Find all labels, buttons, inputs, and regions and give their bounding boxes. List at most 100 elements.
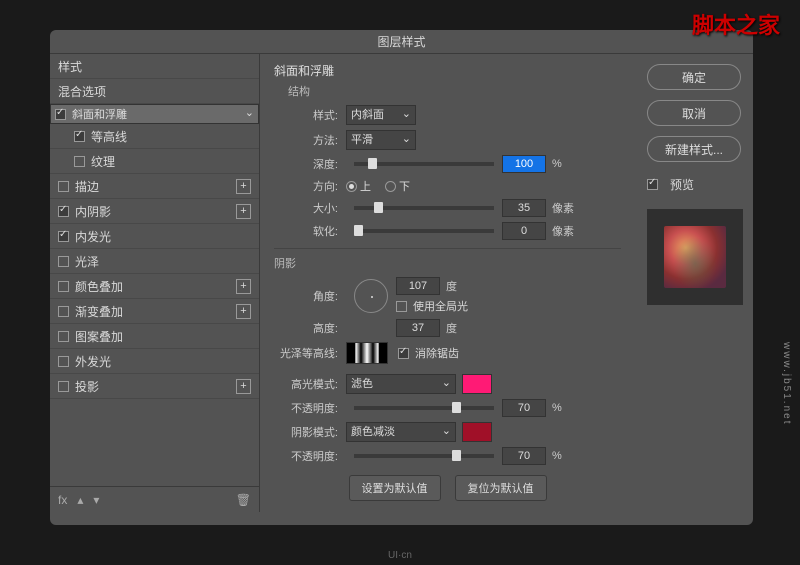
highlight-opacity-input[interactable] — [502, 399, 546, 417]
effect-row-0[interactable]: 样式 — [50, 54, 259, 79]
percent-unit: % — [552, 158, 562, 170]
depth-slider[interactable] — [354, 162, 494, 166]
shadow-opacity-slider[interactable] — [354, 454, 494, 458]
effect-checkbox[interactable] — [58, 306, 69, 317]
effect-row-11[interactable]: 图案叠加 — [50, 324, 259, 349]
highlight-color-swatch[interactable] — [462, 374, 492, 394]
effect-checkbox[interactable] — [58, 181, 69, 192]
shadow-opacity-label: 不透明度: — [274, 448, 346, 464]
effect-label: 样式 — [58, 58, 251, 75]
add-effect-icon[interactable]: + — [236, 279, 251, 294]
effect-label: 纹理 — [91, 153, 251, 170]
highlight-mode-label: 高光模式: — [274, 376, 346, 392]
gloss-contour-select[interactable] — [346, 342, 388, 364]
angle-wheel[interactable] — [354, 279, 388, 313]
effect-row-5[interactable]: 描边+ — [50, 174, 259, 199]
arrow-up-icon[interactable]: ▴ — [77, 493, 83, 507]
effect-label: 内发光 — [75, 228, 251, 245]
add-effect-icon[interactable]: + — [236, 179, 251, 194]
effect-label: 渐变叠加 — [75, 303, 236, 320]
preview-thumbnail — [664, 226, 726, 288]
depth-label: 深度: — [274, 156, 346, 172]
effect-label: 外发光 — [75, 353, 251, 370]
up-label: 上 — [360, 178, 371, 194]
soften-input[interactable] — [502, 222, 546, 240]
shading-heading: 阴影 — [274, 255, 621, 271]
effect-checkbox[interactable] — [58, 356, 69, 367]
effect-checkbox[interactable] — [58, 206, 69, 217]
depth-input[interactable] — [502, 155, 546, 173]
highlight-mode-select[interactable]: 滤色 — [346, 374, 456, 394]
preview-box — [647, 209, 743, 305]
trash-icon[interactable]: 🗑 — [236, 493, 251, 507]
watermark-brand: 脚本之家 — [692, 8, 780, 40]
global-light-checkbox[interactable] — [396, 301, 407, 312]
cancel-button[interactable]: 取消 — [647, 100, 741, 126]
effect-checkbox[interactable] — [58, 231, 69, 242]
technique-select[interactable]: 平滑 — [346, 130, 416, 150]
ok-button[interactable]: 确定 — [647, 64, 741, 90]
altitude-input[interactable] — [396, 319, 440, 337]
effect-row-3[interactable]: 等高线 — [50, 124, 259, 149]
effect-row-1[interactable]: 混合选项 — [50, 79, 259, 104]
effects-list: 样式混合选项斜面和浮雕等高线纹理描边+内阴影+内发光光泽颜色叠加+渐变叠加+图案… — [50, 54, 259, 486]
watermark-url: www.jb51.net — [781, 342, 792, 425]
size-input[interactable] — [502, 199, 546, 217]
global-light-label: 使用全局光 — [413, 298, 468, 314]
effect-row-8[interactable]: 光泽 — [50, 249, 259, 274]
effect-checkbox[interactable] — [58, 256, 69, 267]
effect-row-13[interactable]: 投影+ — [50, 374, 259, 399]
effect-row-4[interactable]: 纹理 — [50, 149, 259, 174]
effect-label: 图案叠加 — [75, 328, 251, 345]
effect-label: 光泽 — [75, 253, 251, 270]
percent-unit: % — [552, 402, 562, 414]
effect-checkbox[interactable] — [58, 331, 69, 342]
sidebar-footer: fx ▴ ▾ 🗑 — [50, 486, 259, 512]
angle-input[interactable] — [396, 277, 440, 295]
ui-cn-logo: UI·cn — [388, 550, 412, 561]
effect-row-7[interactable]: 内发光 — [50, 224, 259, 249]
effect-row-2[interactable]: 斜面和浮雕 — [50, 104, 259, 124]
arrow-down-icon[interactable]: ▾ — [93, 493, 99, 507]
effect-row-10[interactable]: 渐变叠加+ — [50, 299, 259, 324]
direction-up-radio[interactable] — [346, 181, 357, 192]
shadow-mode-select[interactable]: 颜色减淡 — [346, 422, 456, 442]
degree-unit: 度 — [446, 320, 457, 336]
highlight-opacity-slider[interactable] — [354, 406, 494, 410]
percent-unit: % — [552, 450, 562, 462]
layer-style-dialog: 图层样式 样式混合选项斜面和浮雕等高线纹理描边+内阴影+内发光光泽颜色叠加+渐变… — [50, 30, 753, 525]
effect-label: 投影 — [75, 378, 236, 395]
size-label: 大小: — [274, 200, 346, 216]
shadow-color-swatch[interactable] — [462, 422, 492, 442]
preview-checkbox[interactable] — [647, 179, 658, 190]
effect-checkbox[interactable] — [58, 281, 69, 292]
soften-slider[interactable] — [354, 229, 494, 233]
fx-icon[interactable]: fx — [58, 493, 67, 507]
effect-row-12[interactable]: 外发光 — [50, 349, 259, 374]
antialias-checkbox[interactable] — [398, 348, 409, 359]
shadow-opacity-input[interactable] — [502, 447, 546, 465]
effect-checkbox[interactable] — [58, 381, 69, 392]
reset-default-button[interactable]: 复位为默认值 — [455, 475, 547, 501]
make-default-button[interactable]: 设置为默认值 — [349, 475, 441, 501]
size-slider[interactable] — [354, 206, 494, 210]
direction-down-radio[interactable] — [385, 181, 396, 192]
effect-checkbox[interactable] — [74, 131, 85, 142]
effect-label: 描边 — [75, 178, 236, 195]
add-effect-icon[interactable]: + — [236, 204, 251, 219]
direction-label: 方向: — [274, 178, 346, 194]
structure-heading: 结构 — [288, 83, 621, 99]
effect-checkbox[interactable] — [74, 156, 85, 167]
pixel-unit: 像素 — [552, 223, 574, 239]
new-style-button[interactable]: 新建样式... — [647, 136, 741, 162]
style-select[interactable]: 内斜面 — [346, 105, 416, 125]
effect-row-9[interactable]: 颜色叠加+ — [50, 274, 259, 299]
add-effect-icon[interactable]: + — [236, 379, 251, 394]
gloss-contour-label: 光泽等高线: — [274, 345, 346, 361]
antialias-label: 消除锯齿 — [415, 345, 459, 361]
add-effect-icon[interactable]: + — [236, 304, 251, 319]
effect-row-6[interactable]: 内阴影+ — [50, 199, 259, 224]
soften-label: 软化: — [274, 223, 346, 239]
effect-label: 混合选项 — [58, 83, 251, 100]
effect-checkbox[interactable] — [55, 109, 66, 120]
